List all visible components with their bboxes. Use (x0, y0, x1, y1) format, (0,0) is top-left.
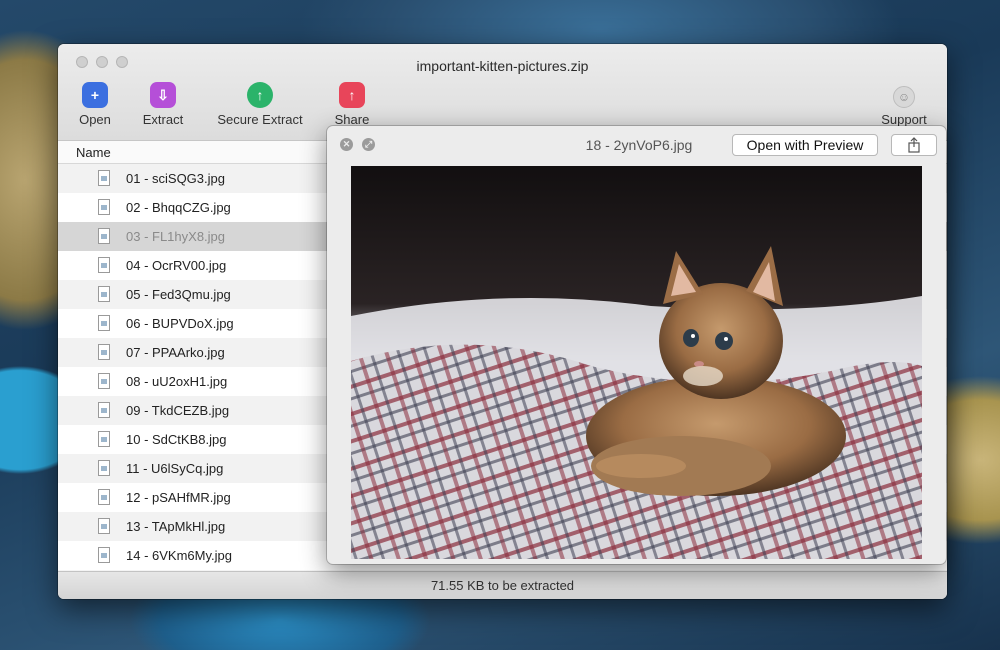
share-button[interactable]: ↑ Share (333, 82, 371, 127)
window-title: important-kitten-pictures.zip (416, 58, 589, 74)
jpg-file-icon (98, 460, 110, 476)
file-name: 12 - pSAHfMR.jpg (126, 490, 231, 505)
file-name: 05 - Fed3Qmu.jpg (126, 287, 231, 302)
support-button[interactable]: ☺ Support (876, 86, 932, 127)
open-label: Open (79, 112, 111, 127)
quick-look-title: 18 - 2ynVoP6.jpg (585, 137, 693, 153)
file-name: 13 - TApMkHl.jpg (126, 519, 226, 534)
plus-square-icon: + (82, 82, 108, 108)
file-name: 11 - U6lSyCq.jpg (126, 461, 224, 476)
jpg-file-icon (98, 373, 110, 389)
jpg-file-icon (98, 315, 110, 331)
file-name: 06 - BUPVDoX.jpg (126, 316, 234, 331)
file-name: 01 - sciSQG3.jpg (126, 171, 225, 186)
jpg-file-icon (98, 431, 110, 447)
open-with-preview-button[interactable]: Open with Preview (732, 134, 878, 156)
jpg-file-icon (98, 199, 110, 215)
quick-look-panel: ✕ ⤢ 18 - 2ynVoP6.jpg Open with Preview (327, 126, 946, 564)
secure-extract-label: Secure Extract (217, 112, 303, 127)
close-icon[interactable]: ✕ (340, 138, 353, 151)
file-name: 14 - 6VKm6My.jpg (126, 548, 232, 563)
kitten-photo-graphic (351, 166, 922, 559)
shield-arrow-icon: ↑ (247, 82, 273, 108)
file-name: 03 - FL1hyX8.jpg (126, 229, 226, 244)
share-upload-icon: ↑ (339, 82, 365, 108)
file-name: 08 - uU2oxH1.jpg (126, 374, 228, 389)
jpg-file-icon (98, 286, 110, 302)
open-button[interactable]: + Open (76, 82, 114, 127)
share-icon (908, 137, 920, 153)
file-name: 10 - SdCtKB8.jpg (126, 432, 227, 447)
share-label: Share (334, 112, 370, 127)
jpg-file-icon (98, 489, 110, 505)
file-name: 04 - OcrRV00.jpg (126, 258, 227, 273)
jpg-file-icon (98, 170, 110, 186)
jpg-file-icon (98, 547, 110, 563)
secure-extract-button[interactable]: ↑ Secure Extract (215, 82, 305, 127)
kitten-photo (351, 166, 922, 559)
quick-look-share-button[interactable] (891, 134, 937, 156)
file-name: 07 - PPAArko.jpg (126, 345, 225, 360)
extract-label: Extract (142, 112, 184, 127)
jpg-file-icon (98, 402, 110, 418)
support-label: Support (881, 112, 927, 127)
file-name: 09 - TkdCEZB.jpg (126, 403, 230, 418)
fullscreen-icon[interactable]: ⤢ (362, 138, 375, 151)
status-text: 71.55 KB to be extracted (430, 578, 575, 593)
name-column-label: Name (76, 145, 111, 160)
jpg-file-icon (98, 257, 110, 273)
smiley-icon: ☺ (893, 86, 915, 108)
jpg-file-icon (98, 228, 110, 244)
extract-box-icon: ⇩ (150, 82, 176, 108)
jpg-file-icon (98, 344, 110, 360)
jpg-file-icon (98, 518, 110, 534)
file-name: 02 - BhqqCZG.jpg (126, 200, 231, 215)
status-bar: 71.55 KB to be extracted (58, 571, 947, 599)
extract-button[interactable]: ⇩ Extract (140, 82, 186, 127)
